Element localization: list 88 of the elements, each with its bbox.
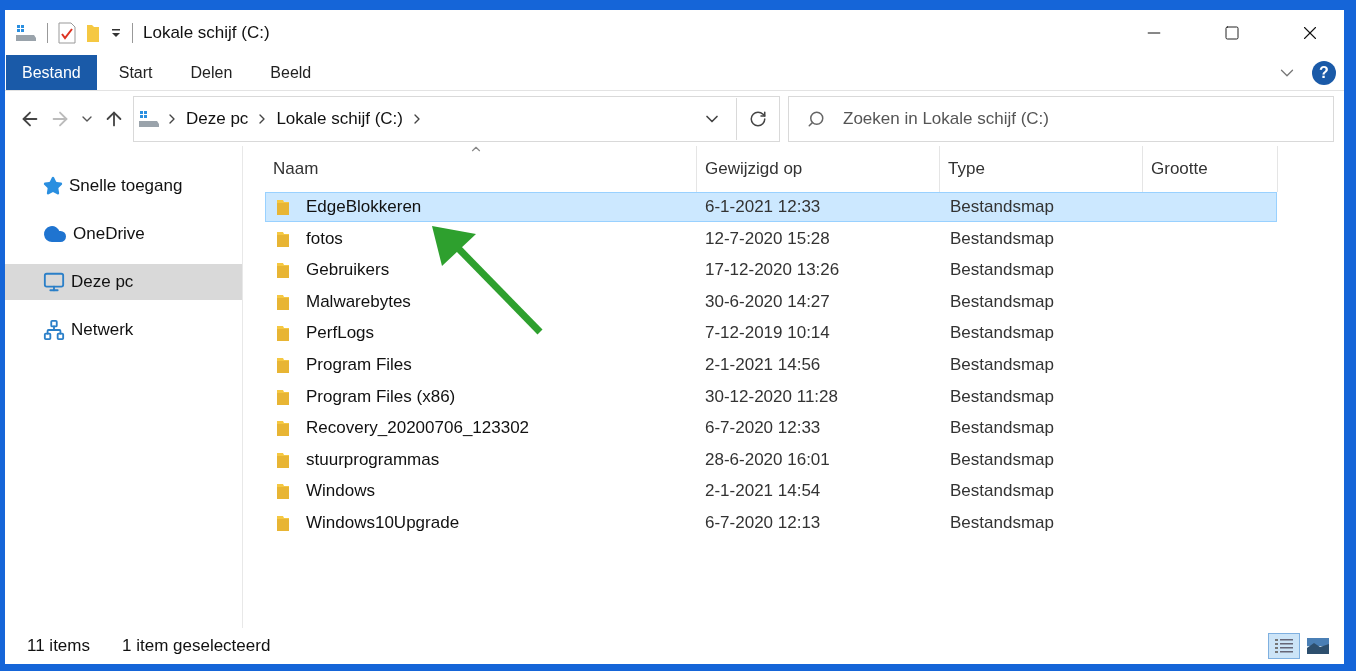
file-row[interactable]: Windows10Upgrade 6-7-2020 12:13 Bestandsmap — [265, 507, 1277, 538]
date-cell-text: 17-12-2020 13:26 — [704, 260, 841, 281]
view-button[interactable] — [1268, 633, 1300, 659]
file-name: PerfLogs — [306, 323, 375, 344]
file-row[interactable]: Windows 2-1-2021 14:54 Bestandsmap — [265, 476, 1277, 507]
address-bar[interactable]: Deze pc Lokale schijf (C:) — [133, 95, 780, 142]
network-icon — [43, 319, 65, 341]
file-name: Windows10Upgrade — [306, 512, 460, 533]
details-view-icon — [1274, 638, 1294, 654]
monitor-icon — [43, 271, 65, 293]
breadcrumb[interactable]: Deze pc — [186, 108, 249, 129]
ribbon-tab[interactable]: Start — [102, 55, 169, 90]
maximize-icon[interactable] — [1224, 24, 1240, 41]
file-row[interactable]: PerfLogs 7-12-2019 10:14 Bestandsmap — [265, 318, 1277, 349]
file-name: Recovery_20200706_123302 — [306, 418, 530, 439]
folder-icon — [276, 419, 290, 438]
search-icon — [807, 109, 825, 128]
item-count: 11 items — [27, 636, 90, 656]
file-row[interactable]: Recovery_20200706_123302 6-7-2020 12:33 Bestandsmap — [265, 413, 1277, 444]
file-name: stuurprogrammas — [306, 449, 440, 470]
type-cell-text: Bestandsmap — [949, 354, 1055, 375]
drive-icon — [15, 23, 37, 42]
drive-icon — [138, 109, 160, 128]
help-button[interactable]: ? — [1312, 60, 1336, 85]
folder-icon — [276, 229, 290, 248]
date-cell-text: 28-6-2020 16:01 — [704, 449, 831, 470]
properties-icon[interactable] — [58, 21, 76, 44]
date-cell-text: 30-6-2020 14:27 — [704, 291, 831, 312]
file-name: EdgeBlokkeren — [306, 197, 422, 217]
file-row[interactable]: Gebruikers 17-12-2020 13:26 Bestandsmap — [265, 255, 1277, 286]
sidebar-label: Snelle toegang — [69, 176, 183, 196]
file-row[interactable]: Program Files 2-1-2021 14:56 Bestandsmap — [265, 349, 1277, 380]
file-row[interactable]: Malwarebytes 30-6-2020 14:27 Bestandsmap — [265, 286, 1277, 317]
date-cell-text: 7-12-2019 10:14 — [704, 323, 831, 344]
selection-count: 1 item geselecteerd — [122, 636, 271, 656]
type-cell-text: Bestandsmap — [949, 260, 1055, 281]
sidebar-item[interactable]: Snelle toegang — [5, 168, 242, 204]
breadcrumb[interactable]: Lokale schijf (C:) — [276, 108, 403, 129]
search-box[interactable]: Zoeken in Lokale schijf (C:) — [788, 95, 1334, 142]
sidebar-item[interactable]: Netwerk — [5, 312, 242, 348]
date-cell-text: 2-1-2021 14:56 — [704, 354, 822, 375]
folder-icon — [276, 324, 290, 343]
ribbon-tab[interactable]: Delen — [174, 55, 249, 90]
file-name: Program Files — [306, 354, 412, 375]
folder-icon — [276, 450, 290, 469]
folder-icon — [276, 261, 290, 280]
date-cell-text: 12-7-2020 15:28 — [704, 228, 831, 249]
file-row[interactable]: Program Files (x86) 30-12-2020 11:28 Bestandsmap — [265, 381, 1277, 412]
file-name: fotos — [306, 228, 343, 249]
ribbon-tab[interactable]: Beeld — [254, 55, 328, 90]
date-cell-text: 6-7-2020 12:33 — [704, 418, 822, 439]
type-cell-text: Bestandsmap — [949, 449, 1055, 470]
refresh-icon[interactable] — [749, 109, 767, 128]
folder-icon — [276, 387, 290, 406]
folder-icon — [276, 513, 290, 532]
file-name: Windows — [306, 481, 375, 502]
file-row[interactable]: stuurprogrammas 28-6-2020 16:01 Bestandsmap — [265, 444, 1277, 475]
type-cell-text: Bestandsmap — [949, 291, 1055, 312]
window-title: Lokale schijf (C:) — [143, 22, 271, 43]
folder-icon — [276, 482, 290, 501]
ribbon-tab[interactable]: Bestand — [6, 55, 97, 90]
search-field[interactable]: Zoeken in Lokale schijf (C:) — [841, 107, 1333, 130]
file-row[interactable]: EdgeBlokkeren 6-1-2021 12:33 Bestandsmap — [265, 192, 1277, 222]
folder-icon — [276, 198, 290, 216]
date-cell-text: 30-12-2020 11:28 — [704, 386, 839, 407]
type-cell-text: Bestandsmap — [949, 418, 1055, 439]
date-cell-text: 6-1-2021 12:33 — [704, 197, 822, 217]
file-name: Malwarebytes — [306, 291, 411, 312]
sidebar-label: Netwerk — [71, 320, 134, 340]
type-cell-text: Bestandsmap — [949, 323, 1055, 344]
type-cell-text: Bestandsmap — [949, 228, 1055, 249]
dropdown-icon[interactable] — [110, 27, 122, 38]
sidebar-label: OneDrive — [73, 224, 145, 244]
sidebar-label: Deze pc — [71, 272, 134, 292]
date-cell-text: 2-1-2021 14:54 — [704, 481, 822, 502]
date-cell-text: 6-7-2020 12:13 — [704, 512, 822, 533]
folder-icon — [276, 355, 290, 374]
folder-icon — [276, 292, 290, 311]
star-icon — [43, 176, 63, 196]
file-name: Gebruikers — [306, 260, 390, 281]
type-cell-text: Bestandsmap — [949, 386, 1055, 407]
sidebar-item[interactable]: Deze pc — [5, 264, 242, 300]
sidebar-item[interactable]: OneDrive — [5, 216, 242, 252]
file-name: Program Files (x86) — [306, 386, 456, 407]
type-cell-text: Bestandsmap — [949, 197, 1055, 217]
type-cell-text: Bestandsmap — [949, 481, 1055, 502]
file-row[interactable]: fotos 12-7-2020 15:28 Bestandsmap — [265, 223, 1277, 254]
type-cell-text: Bestandsmap — [949, 512, 1055, 533]
